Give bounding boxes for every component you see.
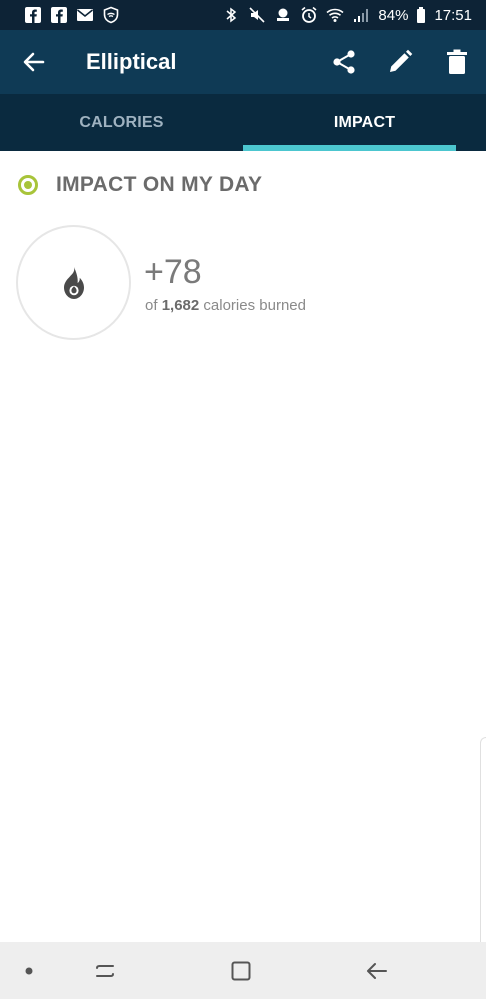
target-icon [18, 175, 38, 195]
page-title: Elliptical [86, 49, 177, 74]
impact-caption: of 1,682 calories burned [145, 296, 306, 316]
impact-summary: +78 of 1,682 calories burned [16, 225, 476, 341]
nav-pin-button[interactable] [14, 956, 44, 986]
signal-icon [352, 6, 370, 24]
recents-button[interactable] [90, 956, 120, 986]
clock: 17:51 [434, 6, 472, 24]
home-button[interactable] [226, 956, 256, 986]
tab-impact[interactable]: IMPACT [243, 94, 486, 151]
wifi-icon [326, 6, 344, 24]
pencil-icon [387, 49, 413, 75]
delete-button[interactable] [441, 46, 473, 78]
app-bar: Elliptical [0, 30, 486, 94]
recents-icon [93, 959, 117, 983]
battery-icon [416, 6, 426, 24]
tab-bar: CALORIES IMPACT [0, 94, 486, 151]
data-saver-icon [274, 6, 292, 24]
system-nav-bar [0, 942, 486, 999]
mute-icon [248, 6, 266, 24]
status-notifications [24, 6, 120, 24]
back-button[interactable] [20, 48, 48, 76]
edge-panel-handle[interactable] [480, 737, 486, 969]
tab-impact-label: IMPACT [333, 113, 396, 131]
status-bar: 84% 17:51 [0, 0, 486, 30]
tab-indicator [243, 145, 456, 151]
dot-icon [25, 967, 33, 975]
trash-icon [446, 49, 468, 75]
back-arrow-icon [365, 959, 389, 983]
arrow-left-icon [22, 50, 46, 74]
nav-back-button[interactable] [362, 956, 392, 986]
battery-percent: 84% [378, 6, 409, 24]
caption-prefix: of [145, 297, 158, 314]
alarm-icon [300, 6, 318, 24]
share-icon [331, 49, 357, 75]
section-header: IMPACT ON MY DAY [18, 172, 262, 198]
status-system: 84% 17:51 [222, 6, 472, 24]
tab-calories[interactable]: CALORIES [0, 94, 243, 151]
impact-circle [16, 225, 131, 340]
total-calories: 1,682 [161, 297, 200, 314]
facebook-icon [24, 6, 42, 24]
section-title: IMPACT ON MY DAY [56, 173, 263, 196]
mail-icon [76, 6, 94, 24]
flame-icon [61, 266, 87, 300]
home-icon [229, 959, 253, 983]
impact-value: +78 [144, 253, 202, 291]
shield-icon [102, 6, 120, 24]
caption-suffix: calories burned [203, 297, 306, 314]
share-button[interactable] [328, 46, 360, 78]
screen: 84% 17:51 Elliptical CALORIES IMPACT IMP… [0, 0, 486, 999]
bluetooth-icon [222, 6, 240, 24]
edit-button[interactable] [384, 46, 416, 78]
facebook-icon [50, 6, 68, 24]
